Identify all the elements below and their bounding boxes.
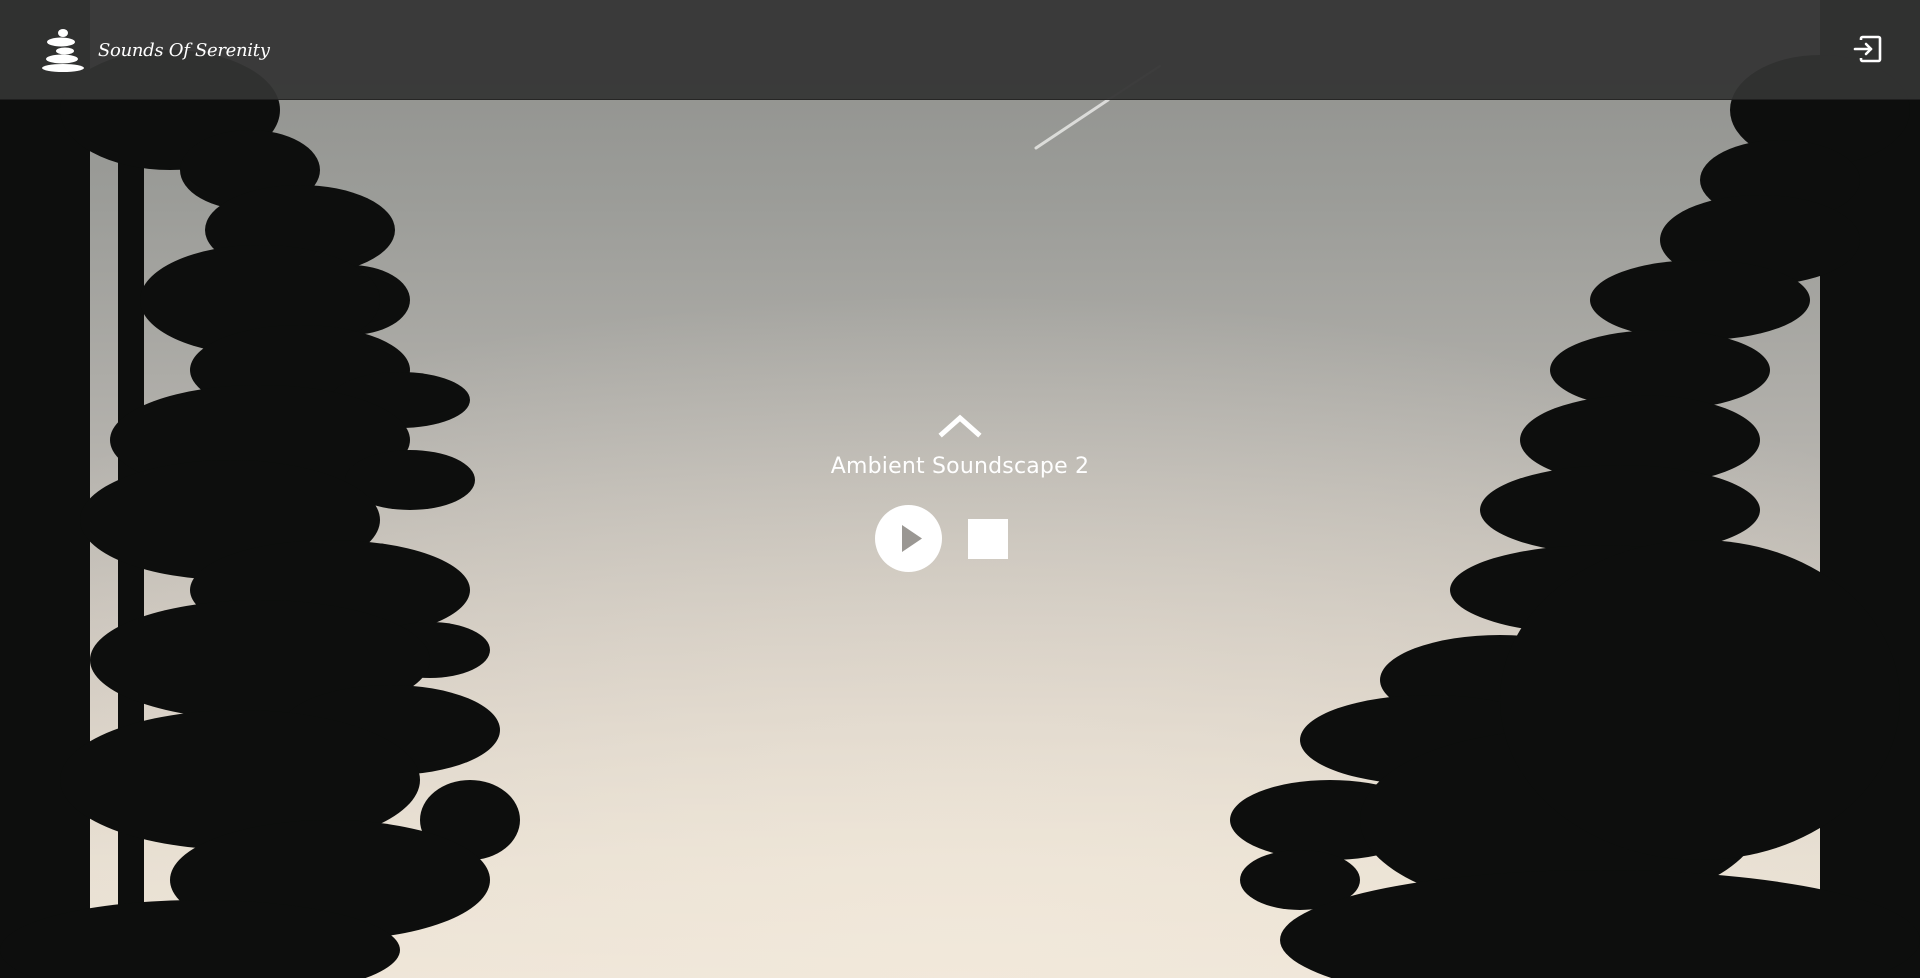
play-icon: [901, 525, 922, 552]
brand-home-link[interactable]: Sounds Of Serenity: [40, 27, 270, 73]
playback-controls: [874, 505, 1008, 572]
stacked-stones-logo-icon: [42, 29, 84, 72]
app-root: Sounds Of Serenity Ambient Soundscape 2: [0, 0, 1920, 978]
brand-name: Sounds Of Serenity: [98, 39, 270, 61]
track-title: Ambient Soundscape 2: [830, 454, 1090, 479]
top-navigation-bar: Sounds Of Serenity: [0, 0, 1920, 100]
sound-player: Ambient Soundscape 2: [0, 410, 1920, 572]
play-button[interactable]: [874, 505, 942, 572]
stop-button[interactable]: [967, 518, 1008, 559]
chevron-up-icon[interactable]: [938, 410, 982, 440]
logout-icon: [1853, 35, 1882, 63]
logout-button[interactable]: [1852, 33, 1884, 65]
